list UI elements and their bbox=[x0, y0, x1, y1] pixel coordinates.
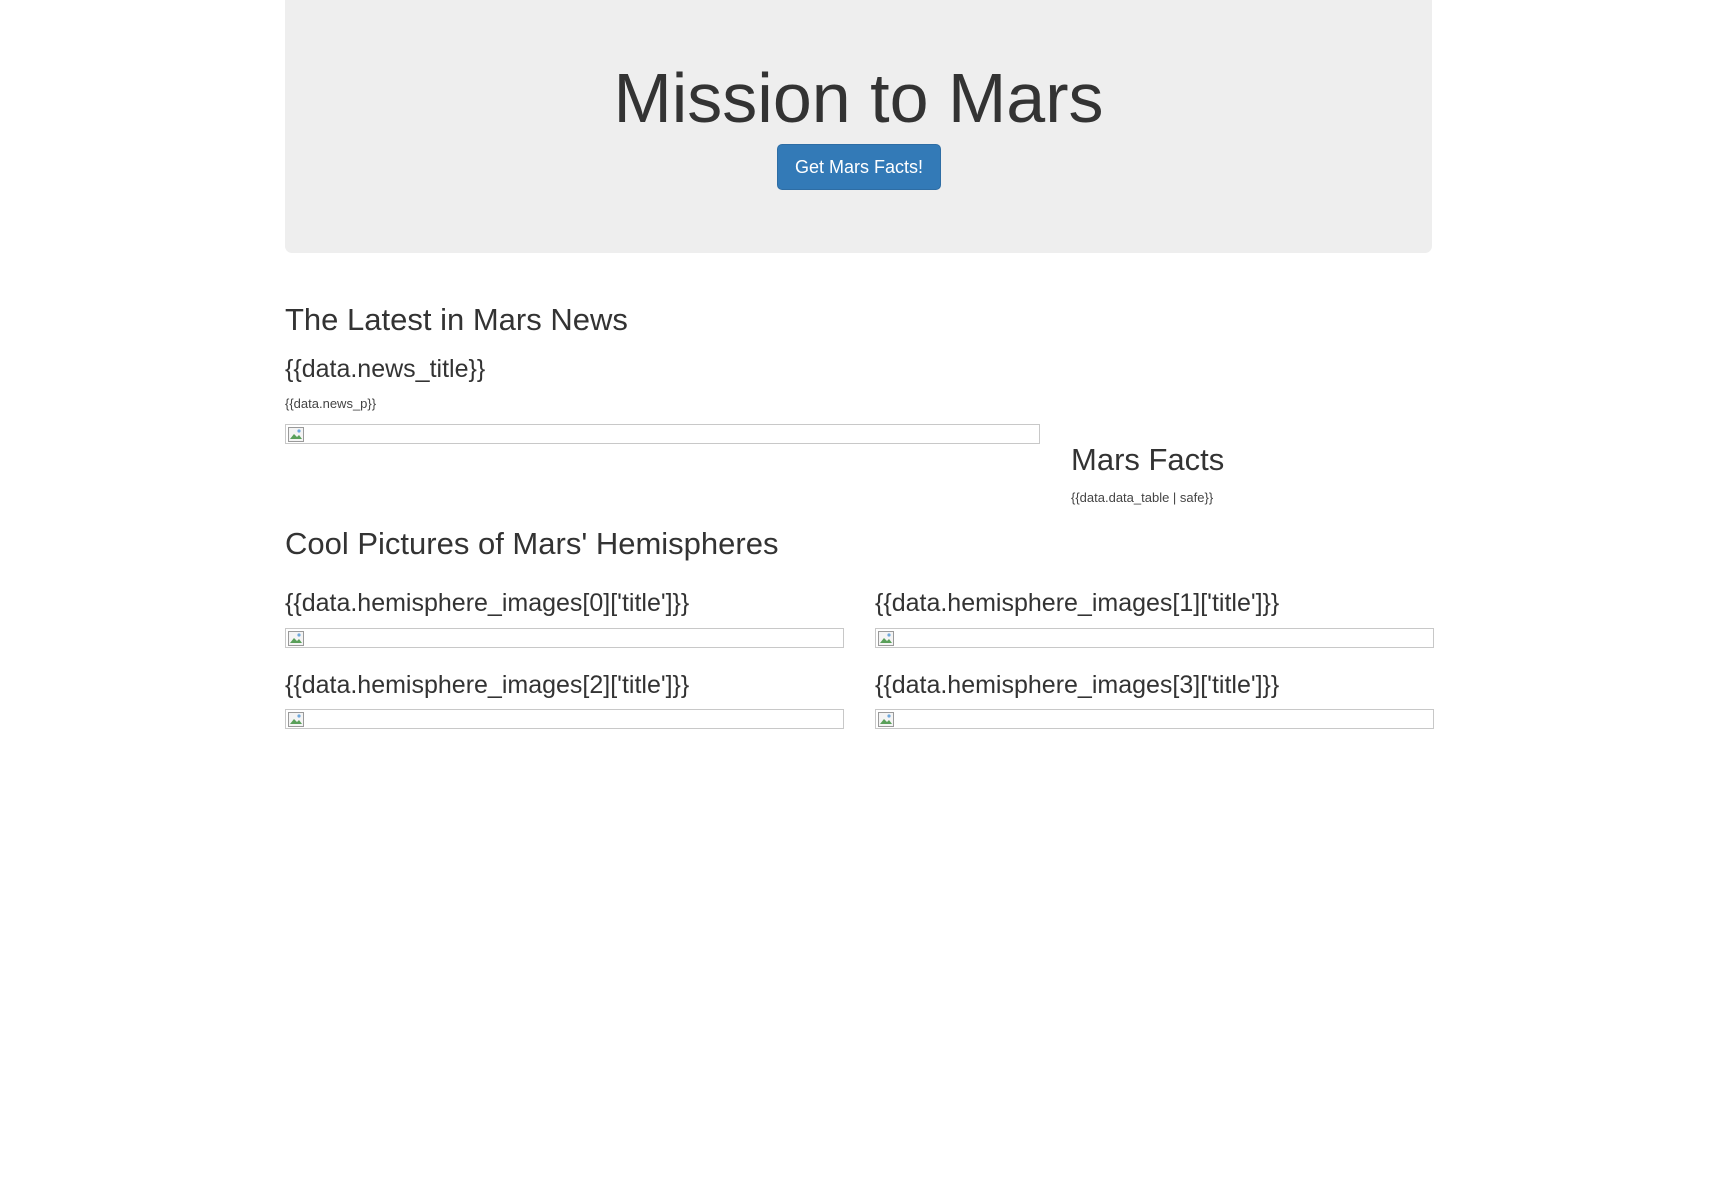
news-title: {{data.news_title}} bbox=[285, 355, 486, 383]
hemisphere-title: {{data.hemisphere_images[3]['title']}} bbox=[875, 671, 1280, 699]
hemispheres-heading: Cool Pictures of Mars' Hemispheres bbox=[285, 526, 779, 561]
news-paragraph: {{data.news_p}} bbox=[285, 396, 377, 411]
hemisphere-title: {{data.hemisphere_images[1]['title']}} bbox=[875, 589, 1280, 617]
hemisphere-title: {{data.hemisphere_images[0]['title']}} bbox=[285, 589, 690, 617]
broken-image-icon bbox=[288, 631, 304, 646]
hemisphere-image bbox=[875, 709, 1434, 729]
hemisphere-image bbox=[875, 628, 1434, 648]
hemisphere-image bbox=[285, 709, 844, 729]
broken-image-icon bbox=[878, 712, 894, 727]
broken-image-icon bbox=[878, 631, 894, 646]
mars-facts-heading: Mars Facts bbox=[1071, 442, 1225, 477]
page-title: Mission to Mars bbox=[613, 59, 1104, 137]
broken-image-icon bbox=[288, 712, 304, 727]
hemisphere-image bbox=[285, 628, 844, 648]
hemisphere-title: {{data.hemisphere_images[2]['title']}} bbox=[285, 671, 690, 699]
broken-image-icon bbox=[288, 427, 304, 442]
get-mars-facts-button[interactable]: Get Mars Facts! bbox=[777, 144, 941, 190]
news-heading: The Latest in Mars News bbox=[285, 302, 628, 337]
mars-facts-table: {{data.data_table | safe}} bbox=[1071, 490, 1214, 505]
news-image bbox=[285, 424, 1040, 444]
jumbotron: Mission to Mars Get Mars Facts! bbox=[285, 0, 1432, 253]
